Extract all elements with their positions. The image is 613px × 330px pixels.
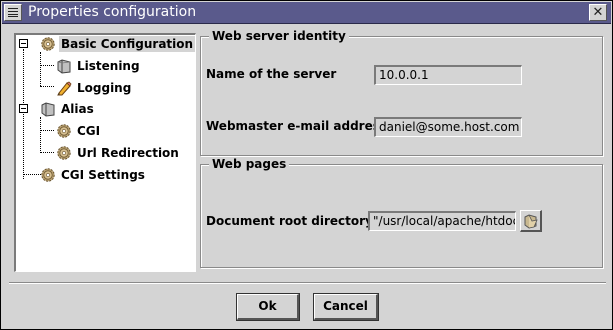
tree-connector — [23, 49, 24, 179]
tree-item-label: CGI — [77, 124, 101, 138]
title-bar[interactable]: Properties configuration ✕ — [2, 2, 611, 24]
tree-connector — [40, 152, 54, 153]
browse-button[interactable] — [520, 210, 542, 232]
menu-icon — [8, 8, 18, 17]
tree-item-label: Logging — [77, 81, 132, 95]
gear-icon — [41, 37, 55, 51]
tree-connector — [40, 65, 54, 66]
tree-item-cgi[interactable]: CGI — [56, 122, 102, 140]
collapse-toggle-alias[interactable] — [19, 104, 28, 113]
gear-icon — [41, 168, 55, 182]
document-root-field[interactable]: "/usr/local/apache/htdocs" — [368, 211, 516, 231]
tree-item-logging[interactable]: Logging — [56, 79, 133, 97]
tree-item-basic-configuration[interactable]: Basic Configuration — [40, 35, 196, 53]
gear-icon — [57, 124, 71, 138]
config-tree[interactable]: Basic Configuration Listening Logging Al… — [14, 33, 196, 272]
pencil-icon — [57, 81, 72, 96]
tree-item-label: Basic Configuration — [59, 36, 196, 52]
server-name-label: Name of the server — [206, 67, 337, 81]
server-name-field[interactable]: 10.0.0.1 — [374, 65, 522, 85]
button-bar-separator — [9, 282, 606, 284]
webmaster-email-label: Webmaster e-mail address — [206, 119, 387, 133]
folder-icon — [41, 102, 55, 117]
document-root-label: Document root directory — [206, 214, 373, 228]
tree-item-alias[interactable]: Alias — [40, 100, 96, 118]
tree-item-url-redirection[interactable]: Url Redirection — [56, 144, 181, 162]
gear-icon — [57, 146, 71, 160]
properties-window: Properties configuration ✕ Basic Configu… — [0, 0, 613, 330]
window-menu-button[interactable] — [4, 4, 22, 21]
group-title: Web pages — [209, 157, 290, 171]
tree-connector — [40, 117, 41, 151]
folder-icon — [57, 59, 71, 74]
tree-connector — [40, 130, 54, 131]
window-title: Properties configuration — [28, 4, 197, 20]
tree-item-label: Listening — [77, 59, 140, 73]
tree-item-label: Url Redirection — [77, 146, 179, 160]
ok-button[interactable]: Ok — [236, 293, 300, 321]
folder-open-icon — [524, 214, 538, 229]
cancel-button[interactable]: Cancel — [313, 293, 379, 321]
tree-connector — [40, 86, 54, 87]
tree-item-label: CGI Settings — [61, 168, 145, 182]
tree-item-listening[interactable]: Listening — [56, 57, 142, 75]
web-server-identity-group: Web server identity — [200, 29, 603, 156]
tree-item-label: Alias — [61, 102, 94, 116]
webmaster-email-field[interactable]: daniel@some.host.com — [374, 117, 522, 137]
collapse-toggle-basic[interactable] — [19, 39, 28, 48]
tree-connector — [40, 52, 41, 86]
close-button[interactable]: ✕ — [589, 4, 607, 21]
group-title: Web server identity — [209, 29, 349, 43]
tree-item-cgi-settings[interactable]: CGI Settings — [40, 166, 147, 184]
